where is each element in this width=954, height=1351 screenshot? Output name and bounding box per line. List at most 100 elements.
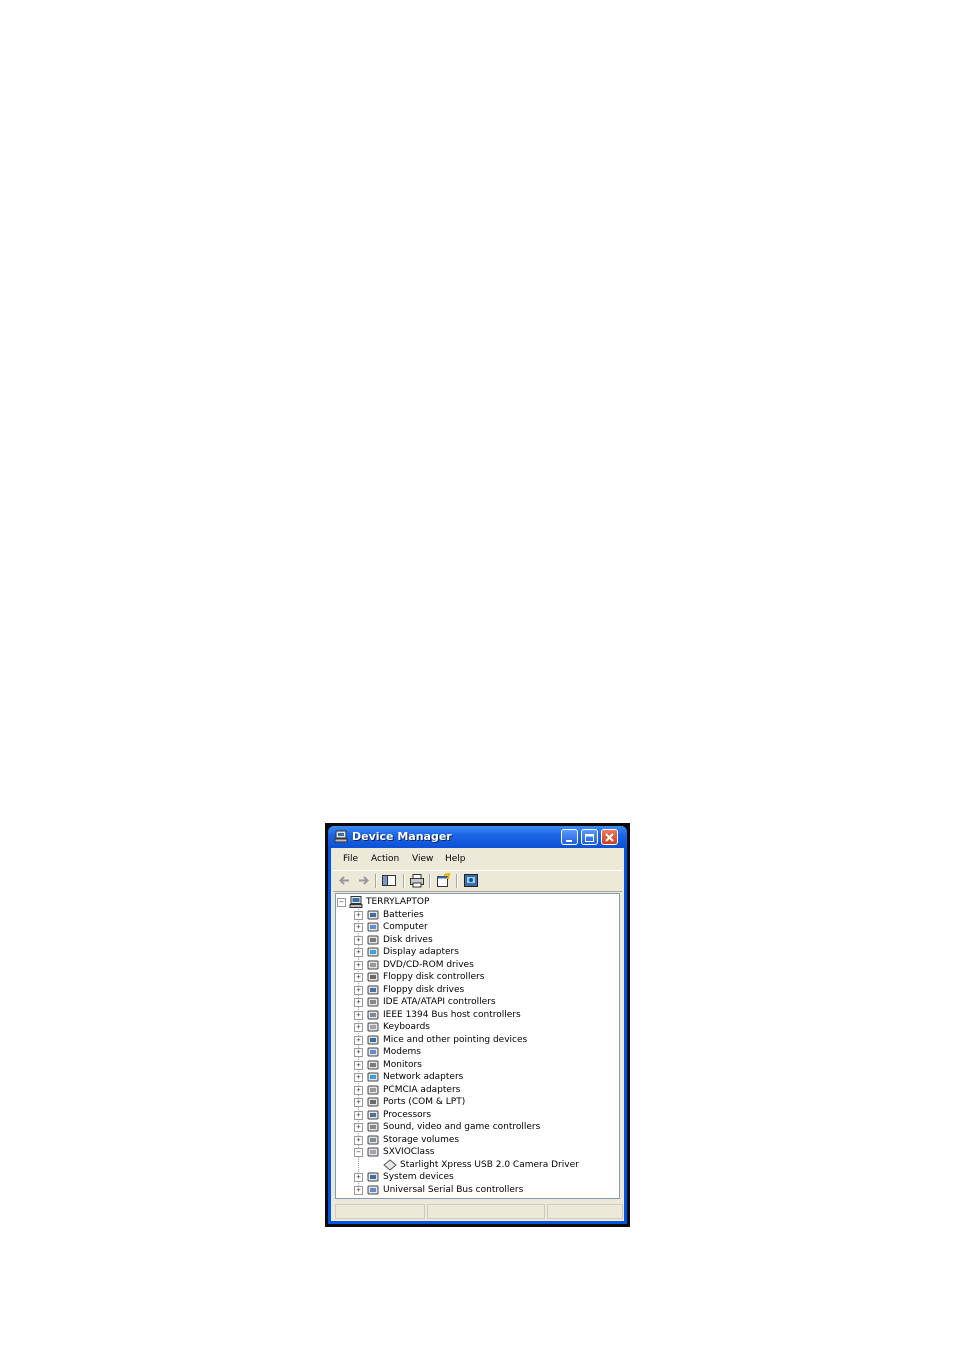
expand-toggle[interactable]: + xyxy=(354,910,363,920)
expand-toggle[interactable]: + xyxy=(354,973,363,982)
expand-toggle[interactable]: + xyxy=(354,1173,363,1182)
title-bar[interactable]: Device Manager xyxy=(328,826,627,848)
toolbar xyxy=(333,870,622,892)
system-device-icon xyxy=(367,1172,379,1182)
computer-root-icon xyxy=(349,896,363,908)
menu-view[interactable]: View xyxy=(412,854,433,864)
tree-category-label: Batteries xyxy=(383,909,424,920)
expand-toggle[interactable]: + xyxy=(354,985,363,995)
device-tree[interactable]: − TERRYLAPTOP + Batteries + Computer + Disk d… xyxy=(335,893,620,1199)
floppy-drive-icon xyxy=(367,985,379,994)
expand-toggle[interactable]: + xyxy=(354,1010,363,1020)
expand-toggle[interactable]: + xyxy=(354,1023,363,1032)
device-class-icon xyxy=(367,1147,379,1157)
properties-icon[interactable] xyxy=(435,873,451,888)
tree-category-label: Sound, video and game controllers xyxy=(383,1122,541,1132)
tree-category-label: Monitors xyxy=(383,1059,422,1070)
cdrom-icon xyxy=(367,960,379,969)
tree-category-label: DVD/CD-ROM drives xyxy=(383,959,474,970)
tree-category-label: SXVIOClass xyxy=(383,1147,435,1157)
close-button[interactable] xyxy=(601,829,618,845)
tree-category-label: Disk drives xyxy=(383,934,433,945)
tree-category-label: PCMCIA adapters xyxy=(383,1084,461,1095)
expand-toggle[interactable]: + xyxy=(354,1085,363,1095)
expand-toggle[interactable]: + xyxy=(354,1135,363,1145)
computer-icon xyxy=(367,922,379,932)
ieee1394-icon xyxy=(367,1010,379,1019)
tree-category-label: Ports (COM & LPT) xyxy=(383,1097,466,1107)
device-manager-icon xyxy=(334,830,348,843)
expand-toggle[interactable]: + xyxy=(354,1060,363,1070)
tree-category-label: Computer xyxy=(383,922,428,932)
status-bar xyxy=(331,1201,624,1221)
tree-category-label: Storage volumes xyxy=(383,1134,460,1145)
minimize-button[interactable] xyxy=(561,829,578,845)
pcmcia-icon xyxy=(367,1085,379,1094)
expand-toggle[interactable]: + xyxy=(354,948,363,957)
port-icon xyxy=(367,1097,379,1107)
tree-category-label: IEEE 1394 Bus host controllers xyxy=(383,1009,521,1020)
window-client-area: File Action View Help − TERRYLAPTOP + Ba… xyxy=(331,848,624,1221)
menu-file[interactable]: File xyxy=(343,854,358,864)
expand-toggle[interactable]: + xyxy=(354,935,363,945)
storage-volume-icon xyxy=(367,1135,379,1144)
modem-icon xyxy=(367,1047,379,1057)
tree-category-label: Universal Serial Bus controllers xyxy=(383,1184,524,1195)
device-manager-window: Device Manager File Action View Help − T… xyxy=(325,823,630,1227)
tree-category-label: Mice and other pointing devices xyxy=(383,1034,528,1045)
expand-toggle[interactable]: + xyxy=(354,1185,363,1195)
tree-category-label: Floppy disk drives xyxy=(383,984,465,995)
show-hide-tree-icon[interactable] xyxy=(381,873,397,888)
processor-icon xyxy=(367,1110,379,1119)
ide-controller-icon xyxy=(367,997,379,1007)
menu-bar: File Action View Help xyxy=(331,852,624,868)
tree-category-label: IDE ATA/ATAPI controllers xyxy=(383,997,496,1007)
expand-toggle[interactable]: + xyxy=(354,1110,363,1120)
sound-icon xyxy=(367,1122,379,1132)
keyboard-icon xyxy=(367,1022,379,1032)
window-frame: Device Manager File Action View Help − T… xyxy=(328,826,627,1224)
toolbar-separator xyxy=(429,874,431,888)
usb-icon xyxy=(367,1185,379,1194)
tree-category-label: Display adapters xyxy=(383,947,459,957)
network-adapter-icon xyxy=(367,1072,379,1082)
print-icon[interactable] xyxy=(409,873,425,888)
status-panel xyxy=(335,1204,425,1219)
expand-toggle[interactable]: + xyxy=(354,1073,363,1082)
maximize-icon xyxy=(585,834,594,842)
window-title: Device Manager xyxy=(352,830,452,843)
status-panel xyxy=(547,1204,623,1219)
expand-toggle[interactable]: + xyxy=(354,923,363,932)
back-arrow-icon[interactable] xyxy=(337,873,353,888)
maximize-button[interactable] xyxy=(581,829,598,845)
menu-help[interactable]: Help xyxy=(445,854,466,864)
tree-category-label: Floppy disk controllers xyxy=(383,972,485,982)
menu-action[interactable]: Action xyxy=(371,854,399,864)
toolbar-separator xyxy=(456,874,458,888)
display-icon xyxy=(367,947,379,957)
tree-category-label: Keyboards xyxy=(383,1022,430,1032)
disk-drive-icon xyxy=(367,935,379,944)
toolbar-separator xyxy=(403,874,405,888)
expand-toggle[interactable]: + xyxy=(354,960,363,970)
expand-toggle[interactable]: + xyxy=(354,1098,363,1107)
monitor-icon xyxy=(367,1060,379,1069)
tree-device-label: Starlight Xpress USB 2.0 Camera Driver xyxy=(400,1159,579,1170)
device-icon xyxy=(383,1158,397,1171)
help-icon[interactable] xyxy=(463,873,479,888)
expand-toggle[interactable]: + xyxy=(354,1035,363,1045)
toolbar-separator xyxy=(375,874,377,888)
collapse-toggle[interactable]: − xyxy=(337,898,346,907)
forward-arrow-icon[interactable] xyxy=(355,873,371,888)
tree-category-label: Processors xyxy=(383,1109,432,1120)
expand-toggle[interactable]: + xyxy=(354,1123,363,1132)
expand-toggle[interactable]: + xyxy=(354,1048,363,1057)
computer-name: TERRYLAPTOP xyxy=(366,897,430,907)
tree-category-label: Modems xyxy=(383,1047,421,1057)
collapse-toggle[interactable]: − xyxy=(354,1148,363,1157)
mouse-icon xyxy=(367,1035,379,1044)
status-panel xyxy=(427,1204,545,1219)
expand-toggle[interactable]: + xyxy=(354,998,363,1007)
tree-category-label: Network adapters xyxy=(383,1072,464,1082)
floppy-controller-icon xyxy=(367,972,379,982)
